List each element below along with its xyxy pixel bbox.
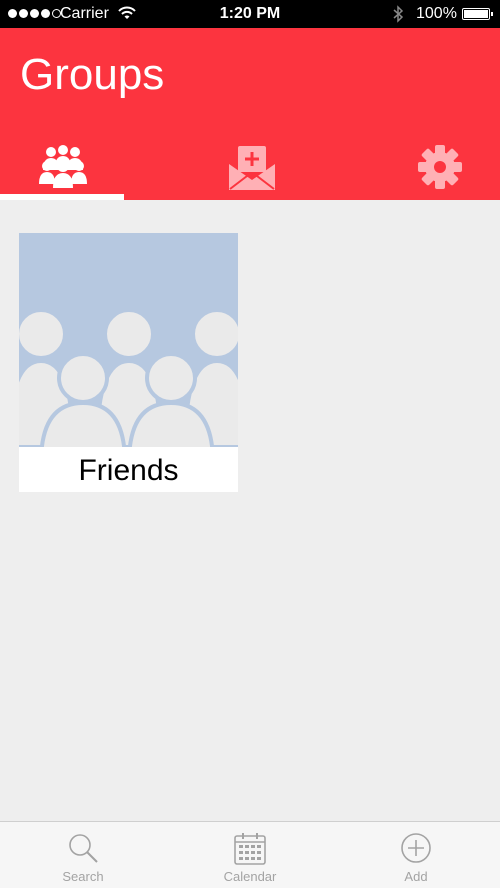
bottom-tab-label: Add <box>404 869 428 884</box>
bottom-tab-search[interactable]: Search <box>33 822 133 888</box>
group-card-friends[interactable]: Friends <box>19 233 238 492</box>
active-tab-indicator <box>0 194 124 200</box>
group-thumbnail <box>19 233 238 447</box>
mail-add-icon <box>229 146 275 190</box>
add-icon <box>401 833 431 863</box>
search-icon <box>69 834 98 863</box>
bluetooth-icon <box>393 5 404 23</box>
status-bar: Carrier 1:20 PM 100% <box>0 0 500 28</box>
battery-percent: 100% <box>416 5 457 22</box>
bottom-tab-calendar[interactable]: Calendar <box>200 822 300 888</box>
tab-settings[interactable] <box>376 138 500 200</box>
tab-groups[interactable] <box>0 138 124 200</box>
battery-icon <box>462 8 493 20</box>
bottom-tab-label: Search <box>62 869 104 884</box>
people-icon <box>39 145 87 188</box>
gear-icon <box>418 145 462 189</box>
calendar-icon <box>234 833 266 865</box>
bottom-tab-bar: Search Calendar Add <box>0 821 500 888</box>
bottom-tab-label: Calendar <box>223 869 277 884</box>
page-title: Groups <box>20 50 165 99</box>
bottom-tab-add[interactable]: Add <box>366 822 466 888</box>
group-name: Friends <box>19 447 238 492</box>
people-illustration <box>19 308 238 447</box>
app-header: Groups <box>0 28 500 200</box>
tab-invitations[interactable] <box>188 138 312 200</box>
